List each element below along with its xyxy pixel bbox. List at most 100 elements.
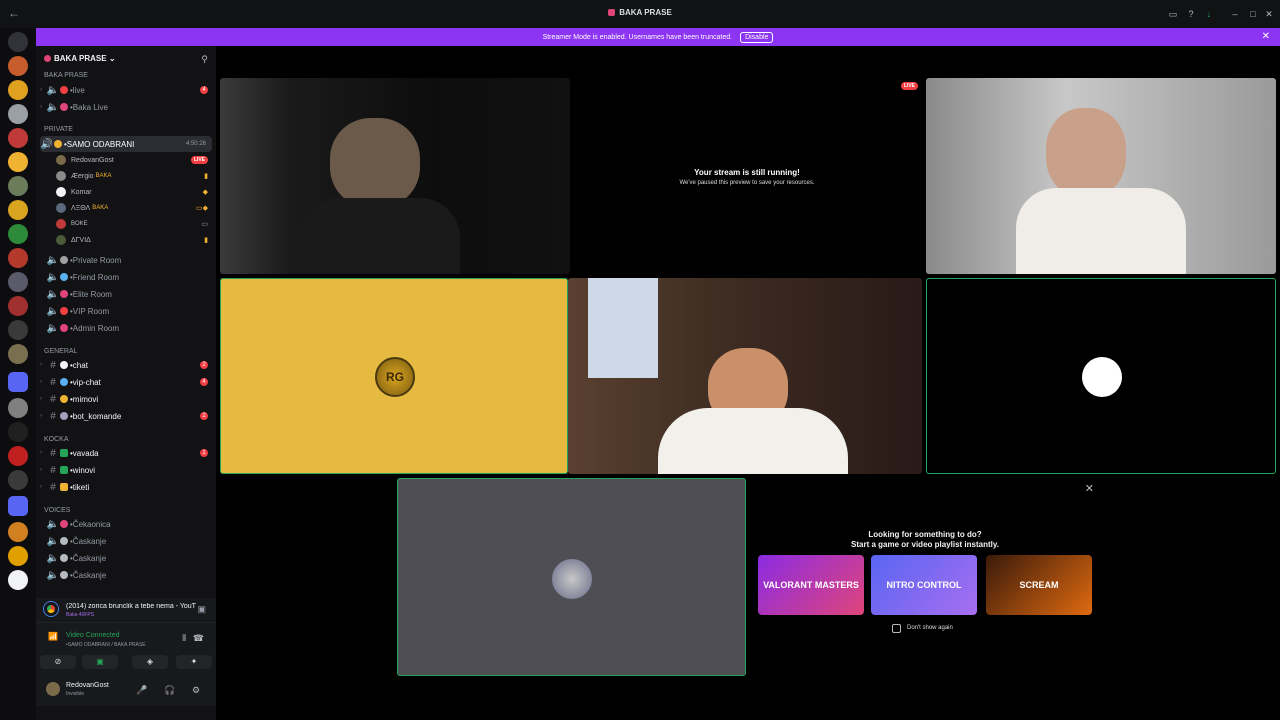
category-baka[interactable]: BAKA PRASE (44, 72, 88, 79)
server-icon[interactable] (8, 570, 28, 590)
video-tile[interactable] (926, 78, 1276, 274)
channel-winovi[interactable]: › # •winovi (36, 462, 216, 478)
server-icon[interactable] (8, 296, 28, 316)
channel-tiketi[interactable]: › # •tiketi (36, 479, 216, 495)
voice-location[interactable]: •SAMO ODABRANI / BAKA PRASE (66, 642, 146, 648)
download-icon[interactable]: ↓ (1204, 9, 1214, 19)
now-playing-sub: Baka 40FPS (66, 612, 95, 618)
channel-private-room[interactable]: 🔈 •Private Room (36, 252, 216, 268)
activity-card[interactable]: NITRO CONTROL (871, 555, 977, 615)
server-icon[interactable] (8, 128, 28, 148)
screen-share-button[interactable]: ▣ (82, 655, 118, 669)
server-icon[interactable] (8, 446, 28, 466)
server-icon[interactable] (8, 398, 28, 418)
unread-badge: 4 (200, 378, 208, 386)
settings-gear-icon[interactable]: ⚙ (192, 685, 200, 696)
voice-user[interactable]: ΛΞΘΛ BAKA ▭◆ (56, 200, 212, 216)
channel-vavada[interactable]: › # •vavada 1 (36, 445, 216, 461)
title-bar: ← BAKA PRASE ▭ ? ↓ – □ ✕ (0, 0, 1280, 28)
noise-suppression-icon[interactable]: ⫴ (182, 633, 186, 644)
voice-user[interactable]: BOKE ▭ (56, 216, 212, 232)
category-kocka[interactable]: KOCKA (44, 436, 69, 443)
video-tile[interactable] (397, 478, 746, 676)
voice-status[interactable]: Video Connected (66, 632, 120, 639)
server-icon[interactable] (8, 320, 28, 340)
maximize-icon[interactable]: □ (1248, 9, 1258, 19)
server-icon[interactable] (8, 344, 28, 364)
channel-elite-room[interactable]: 🔈 •Elite Room (36, 286, 216, 302)
server-icon[interactable] (8, 200, 28, 220)
close-window-icon[interactable]: ✕ (1264, 9, 1274, 19)
activities-button[interactable]: ◈ (132, 655, 168, 669)
channel-caskanje[interactable]: 🔈 •Časkanje (36, 550, 216, 566)
close-banner-icon[interactable]: ✕ (1262, 31, 1270, 42)
channel-cekaonica[interactable]: 🔈 •Čekaonica (36, 516, 216, 532)
activity-card[interactable]: SCREAM (986, 555, 1092, 615)
inbox-icon[interactable]: ▭ (1168, 9, 1178, 19)
video-tile[interactable] (568, 278, 922, 474)
category-private[interactable]: PRIVATE (44, 126, 73, 133)
channel-caskanje[interactable]: 🔈 •Časkanje (36, 533, 216, 549)
stream-preview-tile[interactable]: LIVE Your stream is still running! We've… (570, 78, 924, 274)
channel-mimovi[interactable]: › # •mimovi (36, 391, 216, 407)
server-icon[interactable] (8, 546, 28, 566)
channel-vip-chat[interactable]: › # •vip-chat 4 (36, 374, 216, 390)
screen-icon[interactable]: ▣ (197, 604, 206, 615)
video-tile[interactable] (926, 278, 1276, 474)
voice-user[interactable]: Komar ◆ (56, 184, 212, 200)
speaker-icon: 🔈 (46, 535, 60, 547)
close-icon[interactable]: ✕ (1085, 482, 1094, 495)
channel-live[interactable]: › 🔈 •live 4 (36, 82, 216, 98)
channel-caskanje[interactable]: 🔈 •Časkanje (36, 567, 216, 583)
add-friend-icon[interactable]: ⚲ (201, 54, 208, 65)
category-general[interactable]: GENERAL (44, 348, 77, 355)
channel-chat[interactable]: › # •chat 2 (36, 357, 216, 373)
guild-header[interactable]: BAKA PRASE ⌄ (44, 54, 116, 63)
voice-user[interactable]: Æergio BAKA ▮ (56, 168, 212, 184)
dont-show-label[interactable]: Don't show again (907, 625, 953, 631)
server-icon[interactable] (8, 152, 28, 172)
channel-label: •Baka Live (70, 102, 108, 112)
folder-icon[interactable] (8, 496, 28, 516)
server-icon[interactable] (8, 56, 28, 76)
guild-icon (44, 55, 51, 62)
microphone-icon[interactable]: 🎤 (136, 685, 147, 696)
server-icon[interactable] (8, 176, 28, 196)
folder-icon[interactable] (8, 372, 28, 392)
channel-samo-odabrani[interactable]: 🔊 •SAMO ODABRANI 4:50:26 (40, 136, 212, 152)
voice-user[interactable]: RedovanGost LIVE (56, 152, 212, 168)
camera-off-button[interactable]: ⊘ (40, 655, 76, 669)
user-name[interactable]: RedovanGost (66, 682, 109, 689)
channel-bot-komande[interactable]: › # •bot_komande 2 (36, 408, 216, 424)
channel-baka-live[interactable]: › 🔈 •Baka Live (36, 99, 216, 115)
server-icon[interactable] (8, 422, 28, 442)
channel-friend-room[interactable]: 🔈 •Friend Room (36, 269, 216, 285)
disable-button[interactable]: Disable (740, 31, 774, 43)
avatar (56, 187, 66, 197)
activity-subline: Start a game or video playlist instantly… (851, 540, 999, 549)
server-icon[interactable] (8, 522, 28, 542)
category-voices[interactable]: VOICES (44, 507, 70, 514)
channel-vip-room[interactable]: 🔈 •VIP Room (36, 303, 216, 319)
video-tile[interactable]: RG (220, 278, 568, 474)
activity-card[interactable]: VALORANT MASTERS (758, 555, 864, 615)
now-playing-bar[interactable]: (2014) zorica brunclik a tebe nema - You… (36, 598, 216, 622)
server-icon[interactable] (8, 470, 28, 490)
soundboard-button[interactable]: ✦ (176, 655, 212, 669)
help-icon[interactable]: ? (1186, 9, 1196, 19)
server-icon[interactable] (8, 80, 28, 100)
disconnect-icon[interactable]: ☎ (193, 633, 204, 644)
server-icon[interactable] (8, 224, 28, 244)
live-badge: LIVE (190, 156, 208, 164)
server-icon[interactable] (8, 104, 28, 124)
voice-user[interactable]: ΔΓVΙΔ ▮ (56, 232, 212, 248)
home-server-icon[interactable] (8, 32, 28, 52)
server-icon[interactable] (8, 248, 28, 268)
minimize-icon[interactable]: – (1230, 9, 1240, 19)
headphones-icon[interactable]: 🎧 (164, 685, 175, 696)
video-tile[interactable] (220, 78, 570, 274)
avatar[interactable] (46, 682, 60, 696)
channel-admin-room[interactable]: 🔈 •Admin Room (36, 320, 216, 336)
server-icon[interactable] (8, 272, 28, 292)
dont-show-checkbox[interactable] (892, 624, 901, 633)
